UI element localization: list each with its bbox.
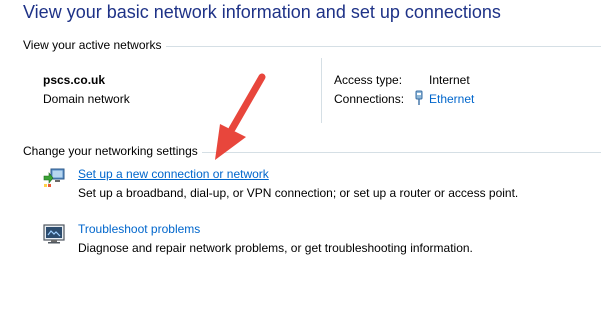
change-settings-heading: Change your networking settings	[23, 144, 202, 158]
troubleshoot-problems-link[interactable]: Troubleshoot problems	[78, 222, 200, 236]
active-networks-heading: View your active networks	[23, 38, 166, 52]
ethernet-link[interactable]: Ethernet	[429, 92, 474, 106]
network-category: Domain network	[43, 92, 130, 106]
access-type-value: Internet	[429, 73, 470, 87]
new-connection-icon[interactable]	[42, 166, 66, 190]
access-type-label: Access type:	[334, 73, 403, 87]
setup-new-connection-link[interactable]: Set up a new connection or network	[78, 167, 269, 181]
vertical-divider	[321, 58, 322, 123]
page-title: View your basic network information and …	[23, 2, 501, 22]
connections-label: Connections:	[334, 92, 405, 106]
troubleshoot-problems-description: Diagnose and repair network problems, or…	[78, 241, 473, 255]
ethernet-icon	[413, 90, 425, 106]
network-name: pscs.co.uk	[43, 73, 106, 87]
troubleshoot-icon[interactable]	[42, 222, 66, 246]
setup-new-connection-description: Set up a broadband, dial-up, or VPN conn…	[78, 186, 519, 200]
